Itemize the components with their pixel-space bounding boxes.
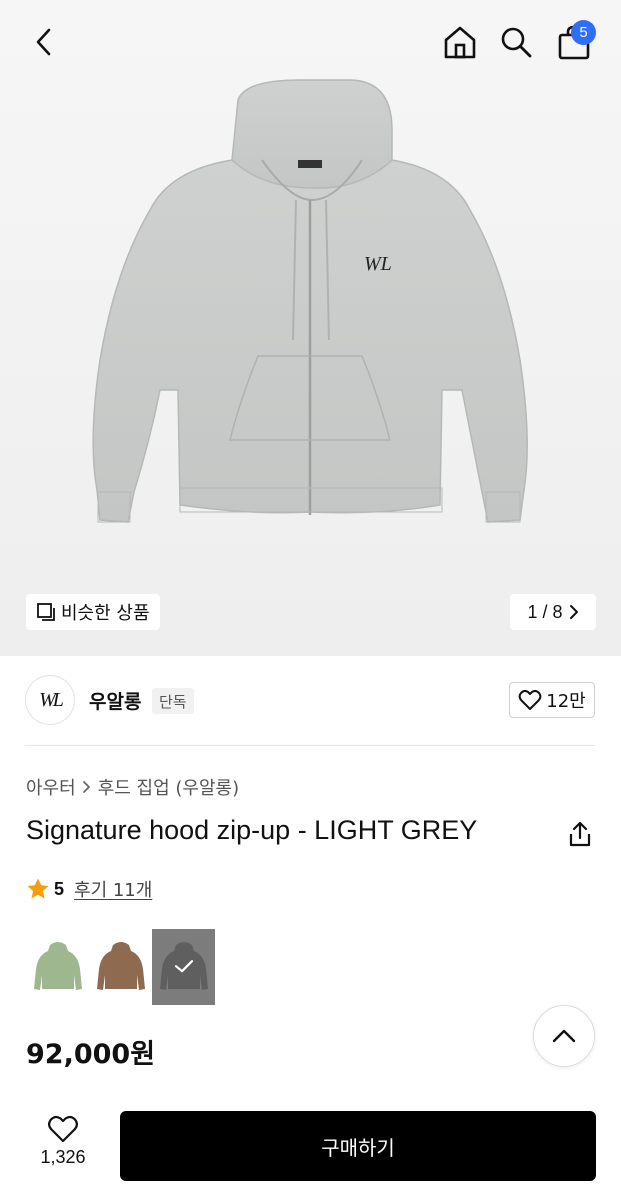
breadcrumb-item[interactable]: 후드 집업 (우알롱) bbox=[98, 774, 239, 800]
review-count-link[interactable]: 후기 11개 bbox=[74, 876, 152, 902]
similar-products-button[interactable]: 비슷한 상품 bbox=[26, 594, 160, 630]
search-icon bbox=[501, 27, 532, 58]
brand-like-button[interactable]: 12만 bbox=[509, 682, 595, 718]
brand-logo-text: WL bbox=[39, 688, 64, 711]
buy-button[interactable]: 구매하기 bbox=[120, 1111, 596, 1181]
home-button[interactable] bbox=[438, 20, 482, 64]
similar-items-icon bbox=[37, 603, 55, 621]
scroll-to-top-button[interactable] bbox=[533, 1005, 595, 1067]
chevron-right-icon bbox=[82, 781, 90, 793]
chevron-left-icon bbox=[36, 28, 51, 56]
back-button[interactable] bbox=[24, 22, 64, 62]
color-option-green[interactable] bbox=[26, 929, 89, 1005]
divider bbox=[25, 745, 595, 746]
product-image-gallery[interactable]: WL 5 비슷한 상품 1 / 8 bbox=[0, 0, 621, 656]
share-button[interactable] bbox=[563, 817, 597, 851]
brand-logo[interactable]: WL bbox=[25, 675, 75, 725]
heart-icon bbox=[48, 1115, 78, 1143]
color-option-brown[interactable] bbox=[89, 929, 152, 1005]
breadcrumb-item[interactable]: 아우터 bbox=[26, 774, 76, 800]
image-page-counter[interactable]: 1 / 8 bbox=[510, 594, 596, 630]
star-icon bbox=[27, 878, 49, 899]
heart-icon bbox=[518, 689, 542, 710]
home-icon bbox=[444, 26, 476, 59]
product-image: WL bbox=[92, 79, 528, 523]
hoodie-thumbnail bbox=[33, 942, 82, 990]
product-price: 92,000원 bbox=[26, 1039, 156, 1070]
similar-products-label: 비슷한 상품 bbox=[61, 603, 150, 624]
cart-count-badge: 5 bbox=[571, 20, 596, 45]
brand-name[interactable]: 우알롱 bbox=[89, 687, 141, 714]
wishlist-count: 1,326 bbox=[40, 1147, 86, 1167]
svg-text:WL: WL bbox=[364, 253, 392, 275]
top-navigation-bar: 5 bbox=[0, 0, 621, 84]
checkmark-icon bbox=[174, 960, 193, 973]
image-counter-text: 1 / 8 bbox=[527, 601, 563, 622]
hoodie-thumbnail bbox=[96, 942, 145, 990]
chevron-right-icon bbox=[569, 605, 578, 619]
product-title: Signature hood zip-up - LIGHT GREY bbox=[26, 815, 478, 845]
brand-like-count: 12만 bbox=[546, 691, 586, 712]
chevron-up-icon bbox=[552, 1029, 576, 1043]
wishlist-button[interactable]: 1,326 bbox=[26, 1115, 100, 1168]
color-options bbox=[26, 929, 215, 1005]
breadcrumb: 아우터 후드 집업 (우알롱) bbox=[26, 774, 239, 800]
exclusive-badge: 단독 bbox=[152, 688, 194, 714]
rating-value: 5 bbox=[54, 878, 65, 899]
search-button[interactable] bbox=[494, 20, 538, 64]
color-option-grey-selected[interactable] bbox=[152, 929, 215, 1005]
share-icon bbox=[569, 821, 591, 847]
rating-row: 5 후기 11개 bbox=[26, 876, 152, 902]
